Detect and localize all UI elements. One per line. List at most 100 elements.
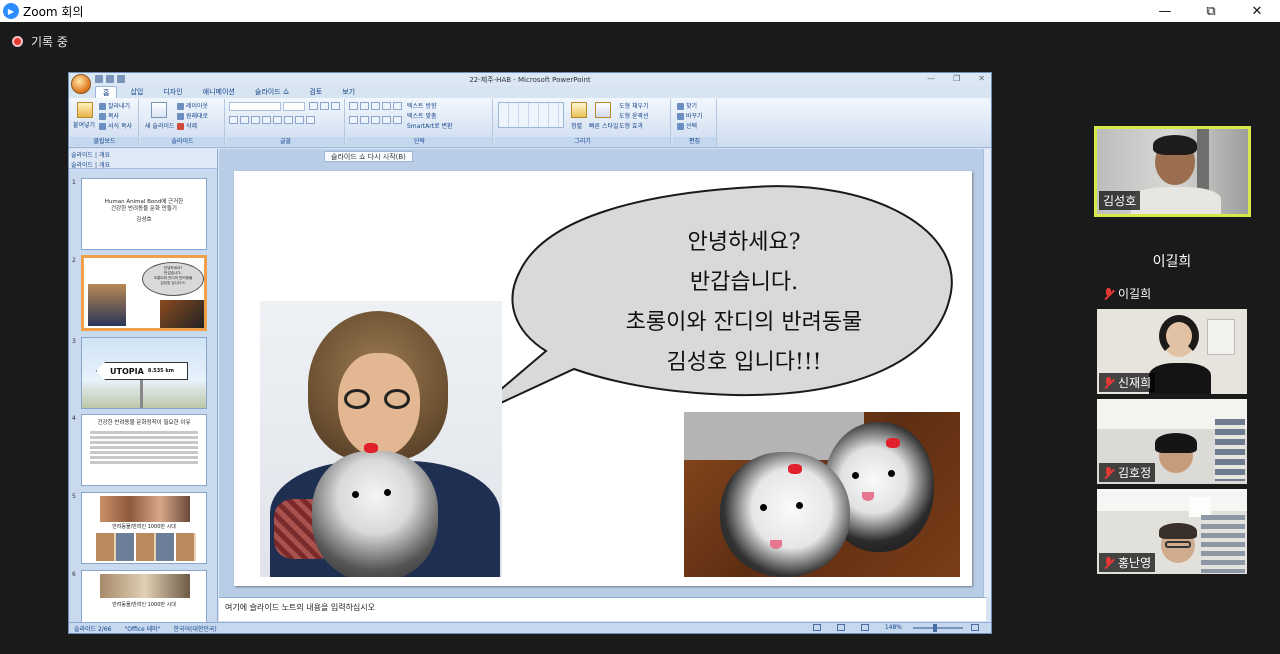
tab-animation[interactable]: 애니메이션 [196, 86, 242, 98]
redo-icon[interactable] [117, 75, 125, 83]
ppt-close-icon[interactable]: ✕ [978, 74, 985, 83]
copy-icon [99, 113, 106, 120]
utopia-sign: UTOPIA 8.535 km [96, 362, 188, 380]
slides-panel: 슬라이드 | 개요 슬라이드 | 개요 1 Human Animal Bond에… [69, 149, 218, 622]
slide-thumbnail-4[interactable]: 건강한 반려동물 문화정착이 필요한 이유 [81, 414, 207, 486]
justify-icon[interactable] [382, 116, 391, 124]
slide-thumbnail-5[interactable]: 반려동물/반려인 1000만 시대 [81, 492, 207, 564]
participant-tile-3[interactable]: 신재희 [1097, 309, 1247, 394]
zoom-slider[interactable] [913, 623, 963, 632]
vertical-scrollbar[interactable] [983, 149, 991, 597]
line-spacing-icon[interactable] [393, 102, 402, 110]
numbering-icon[interactable] [360, 102, 369, 110]
smartart-button[interactable]: SmartArt로 변환 [407, 121, 453, 130]
participant-tile-active[interactable]: 김성호 [1094, 126, 1251, 217]
slide-thumbnail-2[interactable]: 안녕하세요? 반갑습니다. 초롱이와 잔디의 반려동물 김성호 입니다!!! [81, 255, 207, 331]
close-button[interactable]: ✕ [1234, 0, 1280, 22]
cut-button[interactable]: 잘라내기 [99, 101, 130, 110]
strike-icon[interactable] [262, 116, 271, 124]
align-right-icon[interactable] [371, 116, 380, 124]
resume-slideshow-tab[interactable]: 슬라이드 쇼 다시 시작(B) [324, 151, 413, 162]
delete-slide-button[interactable]: 삭제 [177, 121, 197, 130]
participant-tile-2[interactable]: 이길희 이길희 [1097, 222, 1247, 305]
tab-home[interactable]: 홈 [95, 86, 118, 98]
select-button[interactable]: 선택 [677, 121, 697, 130]
arrange-icon[interactable] [571, 102, 587, 118]
bold-icon[interactable] [229, 116, 238, 124]
italic-icon[interactable] [240, 116, 249, 124]
sorter-view-icon[interactable] [836, 624, 845, 631]
tab-design[interactable]: 디자인 [156, 86, 189, 98]
minimize-button[interactable]: — [1142, 0, 1188, 22]
panel-tab-slides[interactable]: 슬라이드 [71, 152, 93, 159]
participant-tile-4[interactable]: 김호정 [1097, 399, 1247, 484]
zoom-level[interactable]: 148% [885, 624, 902, 631]
normal-view-icon[interactable] [812, 624, 821, 631]
paste-button[interactable]: 붙여넣기 [73, 120, 95, 129]
text-direction-button[interactable]: 텍스트 방향 [407, 101, 437, 110]
shape-effects-button[interactable]: 도형 효과 [619, 121, 643, 130]
shape-outline-button[interactable]: 도형 윤곽선 [619, 111, 649, 120]
panel-tab-outline-2[interactable]: 개요 [99, 162, 110, 169]
align-center-icon[interactable] [360, 116, 369, 124]
spacing-icon[interactable] [284, 116, 293, 124]
slide-thumbnail-1[interactable]: Human Animal Bond에 근거한 건강한 반려동물 문화 만들기 김… [81, 178, 207, 250]
increase-indent-icon[interactable] [382, 102, 391, 110]
shadow-icon[interactable] [273, 116, 282, 124]
align-left-icon[interactable] [349, 116, 358, 124]
recording-indicator[interactable]: 기록 중 [12, 33, 68, 50]
columns-icon[interactable] [393, 116, 402, 124]
align-text-button[interactable]: 텍스트 맞춤 [407, 111, 437, 120]
shrink-font-icon[interactable] [320, 102, 329, 110]
slide-thumbnail-3[interactable]: UTOPIA 8.535 km [81, 337, 207, 409]
font-color-icon[interactable] [306, 116, 315, 124]
status-bar: 슬라이드 2/66 "Office 테마" 한국어(대한민국) 148% [69, 622, 991, 633]
ppt-restore-icon[interactable]: ❐ [953, 74, 960, 83]
panel-tab-outline[interactable]: 개요 [99, 152, 110, 159]
slideshow-view-icon[interactable] [860, 624, 869, 631]
notes-pane[interactable]: 여기에 슬라이드 노트의 내용을 입력하십시오 [219, 597, 986, 621]
save-icon[interactable] [95, 75, 103, 83]
thumb-bullet-line [90, 456, 198, 459]
paste-icon[interactable] [77, 102, 93, 118]
format-painter-button[interactable]: 서식 복사 [99, 121, 132, 130]
photo-man-with-dog [260, 301, 502, 577]
thumb-bullet-line [90, 431, 198, 434]
layout-button[interactable]: 레이아웃 [177, 101, 208, 110]
office-button-icon[interactable] [71, 74, 91, 94]
underline-icon[interactable] [251, 116, 260, 124]
restore-button[interactable]: ⧉ [1188, 0, 1234, 22]
new-slide-button[interactable]: 새 슬라이드 [145, 121, 175, 130]
new-slide-icon[interactable] [151, 102, 167, 118]
tab-view[interactable]: 보기 [335, 86, 362, 98]
video-person-hair [1155, 433, 1197, 453]
grow-font-icon[interactable] [309, 102, 318, 110]
quick-styles-icon[interactable] [595, 102, 611, 118]
undo-icon[interactable] [106, 75, 114, 83]
slide-thumbnail-6[interactable]: 반려동물/반려인 1000만 시대 [81, 570, 207, 622]
case-icon[interactable] [295, 116, 304, 124]
shapes-gallery[interactable] [498, 102, 564, 128]
zoom-slider-knob[interactable] [933, 623, 937, 632]
shape-fill-button[interactable]: 도형 채우기 [619, 101, 649, 110]
replace-button[interactable]: 바꾸기 [677, 111, 703, 120]
participant-tile-5[interactable]: 홍난영 [1097, 489, 1247, 574]
arrange-button[interactable]: 정렬 [571, 121, 582, 130]
clear-format-icon[interactable] [331, 102, 340, 110]
bullets-icon[interactable] [349, 102, 358, 110]
fit-window-icon[interactable] [971, 624, 979, 631]
decrease-indent-icon[interactable] [371, 102, 380, 110]
photo-dog-tongue [862, 492, 874, 501]
copy-button[interactable]: 복사 [99, 111, 119, 120]
reset-button[interactable]: 원래대로 [177, 111, 208, 120]
tab-insert[interactable]: 삽입 [123, 86, 150, 98]
tab-review[interactable]: 검토 [302, 86, 329, 98]
font-name-input[interactable] [229, 102, 281, 111]
find-button[interactable]: 찾기 [677, 101, 697, 110]
quick-styles-button[interactable]: 빠른 스타일 [589, 121, 619, 130]
tab-slideshow[interactable]: 슬라이드 쇼 [248, 86, 296, 98]
thumb-caption: 반려동물/반려인 1000만 시대 [112, 524, 176, 530]
font-size-input[interactable] [283, 102, 305, 111]
panel-tab-slides-2[interactable]: 슬라이드 [71, 162, 93, 169]
ppt-minimize-icon[interactable]: — [927, 74, 935, 83]
